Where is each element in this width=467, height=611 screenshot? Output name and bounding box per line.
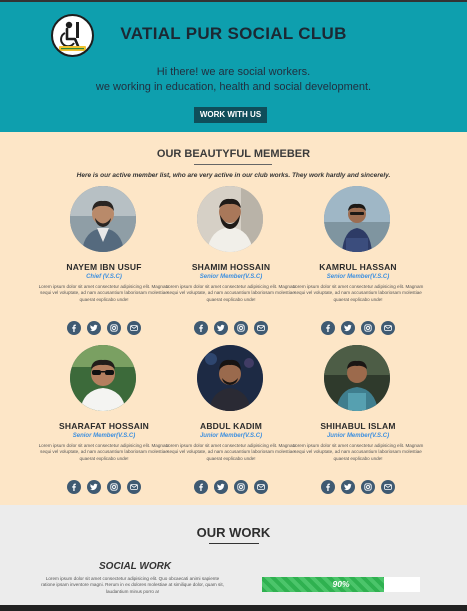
facebook-icon[interactable] <box>321 480 335 494</box>
instagram-icon[interactable] <box>234 480 248 494</box>
tagline-line-2: we working in education, health and soci… <box>95 81 372 93</box>
member-card: SHIHABUL ISLAM Junior Member(V.S.C) Lore… <box>283 345 433 505</box>
member-name: SHIHABUL ISLAM <box>320 421 396 431</box>
social-work-title: SOCIAL WORK <box>99 561 172 572</box>
twitter-icon[interactable] <box>87 321 101 335</box>
member-social-links <box>283 480 433 494</box>
member-social-links <box>283 321 433 335</box>
member-description: Lorem ipsum dolor sit amet consectetur a… <box>165 284 297 302</box>
members-intro: Here is our active member list, who are … <box>76 172 391 179</box>
member-avatar <box>70 186 136 252</box>
facebook-icon[interactable] <box>67 480 81 494</box>
twitter-icon[interactable] <box>341 480 355 494</box>
member-card: KAMRUL HASSAN Senior Member(V.S.C) Lorem… <box>283 186 433 346</box>
email-icon[interactable] <box>381 480 395 494</box>
member-avatar <box>197 345 263 411</box>
title-underline <box>209 543 259 544</box>
member-description: Lorem ipsum dolor sit amet consectetur a… <box>292 284 424 302</box>
club-title: VATIAL PUR SOCIAL CLUB <box>120 24 347 43</box>
bottom-bar <box>0 605 467 611</box>
twitter-icon[interactable] <box>341 321 355 335</box>
instagram-icon[interactable] <box>234 321 248 335</box>
work-section: OUR WORK SOCIAL WORK Lorem ipsum dolor s… <box>0 505 467 605</box>
instagram-icon[interactable] <box>107 480 121 494</box>
title-underline <box>194 164 272 165</box>
member-name: KAMRUL HASSAN <box>319 262 397 272</box>
member-role: Junior Member(V.S.C) <box>326 433 390 439</box>
facebook-icon[interactable] <box>67 321 81 335</box>
email-icon[interactable] <box>127 480 141 494</box>
member-description: Lorem ipsum dolor sit amet consectetur a… <box>292 443 424 461</box>
member-role: Senior Member(V.S.C) <box>326 274 390 280</box>
twitter-icon[interactable] <box>214 480 228 494</box>
email-icon[interactable] <box>127 321 141 335</box>
tagline-line-1: Hi there! we are social workers. <box>156 66 311 78</box>
facebook-icon[interactable] <box>194 321 208 335</box>
member-description: Lorem ipsum dolor sit amet consectetur a… <box>38 284 170 302</box>
email-icon[interactable] <box>254 321 268 335</box>
hero-header: VATIAL PUR SOCIAL CLUB Hi there! we are … <box>0 2 467 132</box>
work-section-title: OUR WORK <box>196 525 271 540</box>
member-description: Lorem ipsum dolor sit amet consectetur a… <box>165 443 297 461</box>
email-icon[interactable] <box>381 321 395 335</box>
twitter-icon[interactable] <box>214 321 228 335</box>
facebook-icon[interactable] <box>321 321 335 335</box>
twitter-icon[interactable] <box>87 480 101 494</box>
instagram-icon[interactable] <box>107 321 121 335</box>
work-with-us-button[interactable]: WORK WITH US <box>194 107 267 123</box>
instagram-icon[interactable] <box>361 321 375 335</box>
members-section-title: OUR BEAUTYFUL MEMEBER <box>156 148 311 160</box>
social-work-progress-bar: 90% <box>262 577 420 592</box>
email-icon[interactable] <box>254 480 268 494</box>
progress-label: 90% <box>332 579 350 589</box>
member-description: Lorem ipsum dolor sit amet consectetur a… <box>38 443 170 461</box>
member-avatar <box>70 345 136 411</box>
member-avatar <box>324 345 390 411</box>
member-avatar <box>197 186 263 252</box>
members-section: OUR BEAUTYFUL MEMEBER Here is our active… <box>0 132 467 505</box>
facebook-icon[interactable] <box>194 480 208 494</box>
member-avatar <box>324 186 390 252</box>
instagram-icon[interactable] <box>361 480 375 494</box>
social-work-description: Lorem ipsum dolor sit amet consectetur a… <box>41 576 224 594</box>
